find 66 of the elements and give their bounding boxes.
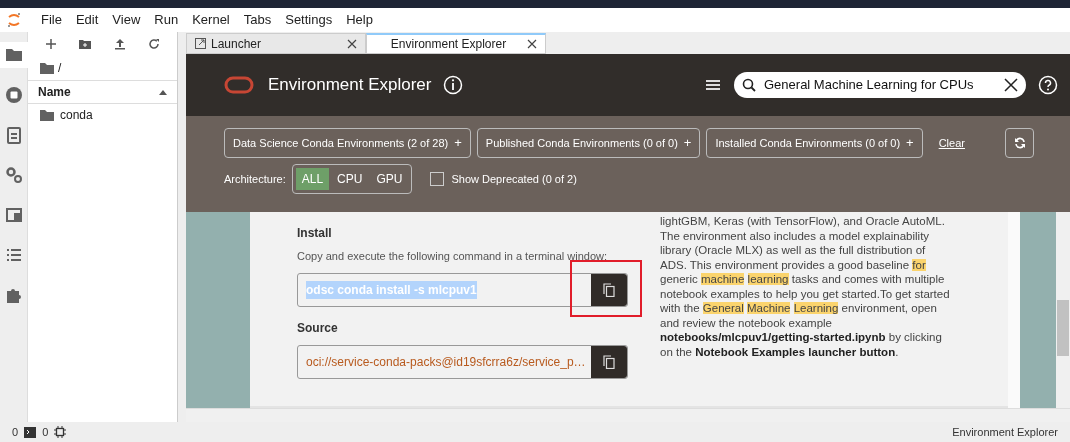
refresh-button[interactable] — [1005, 128, 1034, 158]
folder-icon[interactable] — [4, 46, 23, 64]
tab[interactable]: Environment Explorer — [366, 33, 546, 54]
search-field[interactable]: General Machine Learning for CPUs — [734, 72, 1026, 98]
menu-item[interactable]: File — [34, 10, 69, 30]
filter-button[interactable]: Installed Conda Environments (0 of 0) + — [706, 128, 923, 158]
folder-icon[interactable] — [40, 62, 54, 74]
list-icon[interactable] — [4, 246, 23, 264]
filter-button[interactable]: Published Conda Environments (0 of 0) + — [476, 128, 701, 158]
help-icon[interactable] — [1038, 75, 1058, 95]
section-heading: Install — [297, 225, 333, 242]
checkbox[interactable] — [430, 172, 445, 186]
clear-icon[interactable] — [1004, 78, 1018, 92]
new-folder-icon[interactable] — [79, 38, 92, 50]
architecture-label: Architecture: — [224, 171, 286, 187]
menu-icon[interactable] — [706, 78, 720, 92]
puzzle-icon[interactable] — [4, 286, 23, 304]
refresh-icon — [1013, 137, 1026, 149]
page-title: Environment Explorer — [268, 74, 432, 97]
checkbox-label: Show Deprecated (0 of 2) — [451, 171, 577, 187]
instruction-text: Copy and execute the following command in a terminal window: — [297, 249, 608, 264]
sort-ascending-icon[interactable] — [159, 89, 167, 95]
close-icon[interactable] — [527, 39, 537, 49]
tab[interactable]: Launcher — [186, 33, 366, 54]
menu-item[interactable]: Kernel — [185, 10, 237, 30]
filter-button[interactable]: Data Science Conda Environments (2 of 28) + — [224, 128, 471, 158]
clear-link[interactable]: Clear — [938, 134, 965, 152]
status-count: 0 — [12, 424, 19, 440]
section-heading: Source — [297, 319, 339, 337]
menu-item[interactable]: Tabs — [236, 10, 279, 30]
jupyter-logo-icon[interactable] — [7, 12, 21, 28]
copy-button[interactable] — [591, 273, 627, 306]
status-text: Environment Explorer — [952, 424, 1058, 440]
upload-icon[interactable] — [113, 38, 126, 50]
column-header[interactable]: Name — [38, 83, 71, 101]
menu-item[interactable]: Edit — [68, 10, 106, 30]
window-icon[interactable] — [4, 206, 23, 224]
search-icon[interactable] — [742, 78, 756, 92]
launch-icon[interactable] — [195, 38, 206, 49]
copy-icon — [603, 282, 615, 297]
chip-icon[interactable] — [54, 426, 67, 438]
copy-icon — [603, 354, 615, 369]
stop-icon[interactable] — [4, 86, 23, 104]
architecture-option[interactable]: GPU — [370, 168, 409, 190]
command-text: odsc conda install -s mlcpuv1 — [306, 280, 477, 299]
command-text: oci://service-conda-packs@id19sfcrra6z/service_p… — [306, 353, 586, 371]
new-icon[interactable] — [45, 38, 58, 50]
clipboard-icon[interactable] — [4, 126, 23, 144]
refresh-icon[interactable] — [147, 38, 160, 50]
description-text: lightGBM, Keras (with TensorFlow), and Oracle AutoML. The environment also includes a model explainability library (Oracle MLX) as well as the full distribution of ADS. This environment provides a good baseline for generic machine learning tasks and comes with multiple notebook examples to help you get started.To get started with the General Machine Learning environment, open and review the notebook example notebooks/mlcpuv1/getting-started.ipynb by clicking on the Notebook Examples launcher button. — [660, 214, 950, 360]
ring-logo-icon[interactable] — [224, 76, 254, 94]
copy-button[interactable] — [591, 345, 627, 378]
menu-item[interactable]: View — [105, 10, 148, 30]
folder-icon[interactable] — [40, 109, 54, 121]
gears-icon[interactable] — [4, 166, 23, 184]
file-row[interactable]: conda — [28, 104, 177, 126]
architecture-option[interactable]: CPU — [331, 168, 369, 190]
terminal-icon[interactable] — [24, 426, 37, 438]
path-text[interactable]: / — [58, 59, 62, 77]
search-input[interactable]: General Machine Learning for CPUs — [764, 75, 996, 95]
menu-item[interactable]: Settings — [278, 10, 340, 30]
menu-item[interactable]: Help — [339, 10, 380, 30]
status-count: 0 — [42, 424, 49, 440]
menu-item[interactable]: Run — [147, 10, 186, 30]
close-icon[interactable] — [347, 38, 357, 49]
info-icon[interactable] — [443, 75, 464, 95]
